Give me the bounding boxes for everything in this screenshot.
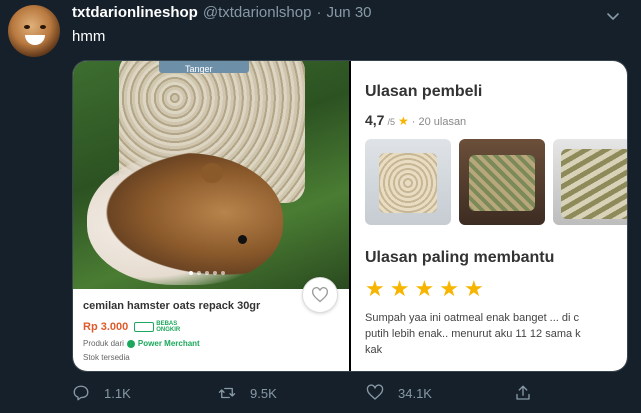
reply-button[interactable]: 1.1K [72,384,131,402]
review-photo-content [469,155,535,211]
avatar-eye [24,25,30,29]
product-photo: Tanger [73,61,349,289]
review-count: · 20 ulasan [411,116,467,128]
carousel-dot [221,271,225,275]
carousel-dots [189,271,225,275]
rating-scale: /5 [387,117,395,127]
reply-icon [73,385,89,401]
review-photo-content [561,149,627,219]
star-icon: ★ [414,276,435,301]
user-handle[interactable]: @txtdarionlshop [203,4,312,21]
review-photos [365,139,627,225]
rating-summary: 4,7 /5 ★ · 20 ulasan [365,112,466,128]
avatar-mouth [25,35,45,45]
retweet-icon [218,387,236,399]
like-icon [366,384,384,400]
star-icon: ★ [463,276,484,301]
avatar[interactable] [8,5,60,57]
tweet-text: hmm [72,28,106,45]
share-icon [516,385,530,400]
truck-icon [134,322,155,332]
seller-prefix: Produk dari [83,339,124,348]
star-icon: ★ [389,276,410,301]
carousel-dot [189,271,193,275]
star-icon: ★ [439,276,459,301]
hamster-ear [201,163,223,183]
hamster-eye [238,235,247,244]
product-info: cemilan hamster oats repack 30gr Rp 3.00… [83,300,341,362]
carousel-dot [205,271,209,275]
tweet-date[interactable]: Jun 30 [326,4,371,21]
free-shipping-badge: BEBAS ONGKIR [134,321,180,333]
tweet-actions: 1.1K 9.5K 34.1K [72,384,552,404]
review-photo-content [379,153,437,213]
separator-dot: · [316,4,322,21]
share-button[interactable] [514,384,532,402]
review-text: Sumpah yaa ini oatmeal enak banget ... d… [365,310,627,358]
review-photo[interactable] [553,139,627,225]
carousel-dot [197,271,201,275]
rating-value: 4,7 [365,112,385,128]
reviews-title: Ulasan pembeli [365,83,483,100]
stock-status: Stok tersedia [83,353,130,362]
like-count: 34.1K [398,385,432,401]
reply-count: 1.1K [104,385,131,401]
free-shipping-line: ONGKIR [156,327,181,333]
tweet-media[interactable]: Tanger cemilan hamster oats repack 30gr … [72,60,628,372]
avatar-eye [40,25,46,29]
carousel-dot [213,271,217,275]
star-icon: ★ [365,276,385,301]
retweet-count: 9.5K [250,385,277,401]
tweet[interactable]: txtdarionlineshop @txtdarionlshop · Jun … [0,0,641,413]
reviews-screenshot[interactable]: Ulasan pembeli 4,7 /5 ★ · 20 ulasan Ulas… [351,61,627,371]
hamster [87,153,283,285]
like-button[interactable]: 34.1K [366,384,432,402]
chevron-down-icon[interactable] [605,8,621,24]
review-photo[interactable] [459,139,545,225]
retweet-button[interactable]: 9.5K [218,384,277,402]
power-merchant-icon [126,339,135,348]
review-photo[interactable] [365,139,451,225]
display-name[interactable]: txtdarionlineshop [72,4,198,21]
product-title: cemilan hamster oats repack 30gr [83,300,261,312]
helpful-reviews-title: Ulasan paling membantu [365,249,555,266]
review-line: putih lebih enak.. menurut aku 11 12 sam… [365,328,581,340]
tweet-header: txtdarionlineshop @txtdarionlshop · Jun … [72,4,372,21]
seller-info: Produk dari Power Merchant [83,339,341,348]
review-stars: ★ ★ ★ ★ ★ [365,278,484,300]
merchant-type: Power Merchant [137,339,200,348]
product-price: Rp 3.000 [83,321,129,333]
star-icon: ★ [397,114,409,128]
review-line: Sumpah yaa ini oatmeal enak banget ... d… [365,312,580,324]
review-line: kak [365,344,383,356]
product-screenshot[interactable]: Tanger cemilan hamster oats repack 30gr … [73,61,349,371]
bag-brand: Tanger [185,64,213,74]
bag-label: Tanger [159,61,249,74]
